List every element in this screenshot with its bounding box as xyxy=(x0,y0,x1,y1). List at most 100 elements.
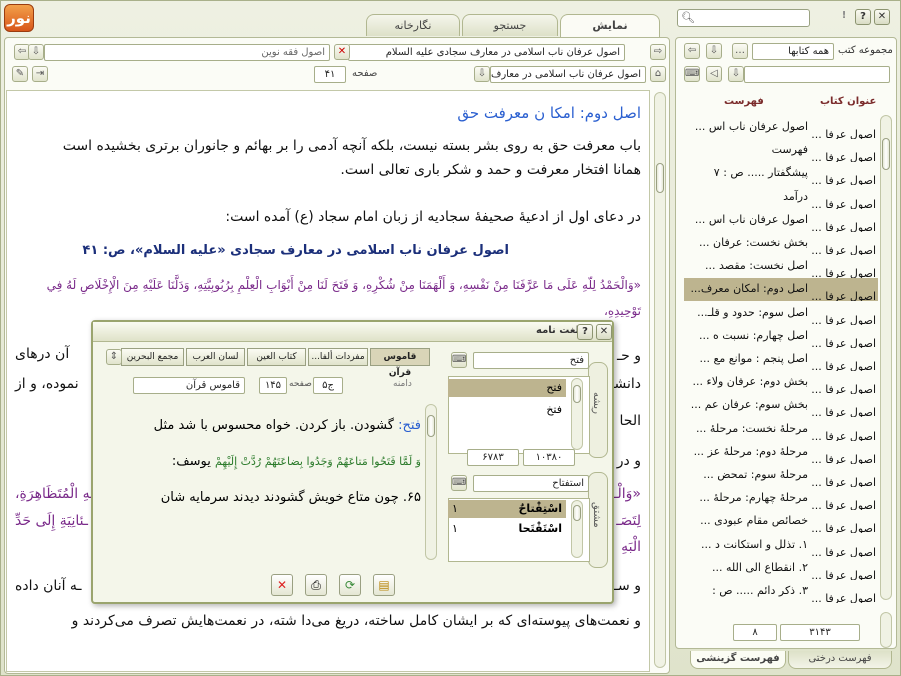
dict-page-label: صفحه xyxy=(289,379,312,389)
book-select[interactable]: اصول عرفان ناب اسلامی در معارف ... xyxy=(490,66,646,83)
library-row[interactable]: اصول عرفا ...بخش نخست: عرفان ... xyxy=(684,232,878,255)
tab-tree-index[interactable]: فهرست درختی xyxy=(788,651,892,669)
library-row[interactable]: اصول عرفا ...۳. ذکر دائم ..... ص : xyxy=(684,580,878,603)
row-book-title: اصول عرفا ... xyxy=(811,383,876,395)
row-index-title: اصل پنجم : موانع مع ... xyxy=(699,352,808,365)
row-index-title: پیشگفتار ..... ص : ۷ xyxy=(713,166,808,180)
book-select-down-icon[interactable]: ⇩ xyxy=(474,66,490,82)
library-row[interactable]: اصول عرفا ...بخش دوم: عرفان ولاء ... xyxy=(684,371,878,394)
library-row[interactable]: اصول عرفا ...پیشگفتار ..... ص : ۷ xyxy=(684,162,878,185)
library-row[interactable]: اصول عرفا ...اصول عرفان ناب اس ... xyxy=(684,209,878,232)
derived-input[interactable]: استفتاح xyxy=(473,475,589,492)
tag-icon[interactable]: ⌂ xyxy=(650,66,666,82)
filter-down-icon[interactable]: ⇩ xyxy=(728,66,744,82)
download-list-icon[interactable]: ⇩ xyxy=(706,43,722,59)
library-filter-input[interactable] xyxy=(744,66,890,83)
entry-ref: یوسف: xyxy=(171,454,211,469)
doc-line: همانا افتخار معرفت و حمد و شکر باری تعال… xyxy=(340,162,641,178)
derived-item[interactable]: اسْتَفْتَحا ۱ xyxy=(448,520,566,538)
doc-fragment: ـه آنان داده xyxy=(15,578,82,594)
more-icon[interactable]: … xyxy=(732,43,748,59)
export-icon[interactable]: ⇥ xyxy=(32,66,48,82)
document-scrollbar[interactable] xyxy=(654,92,666,668)
doc-line: الحا xyxy=(619,413,641,429)
entry-scrollbar[interactable] xyxy=(425,404,437,560)
library-row[interactable]: اصول عرفا ...مرحلهٔ دوم: مرحلهٔ عز ... xyxy=(684,441,878,464)
note-icon[interactable]: ▤ xyxy=(373,574,395,596)
dict-tab-majma[interactable]: مجمع البحرین xyxy=(121,348,184,366)
keyboard-icon[interactable]: ⌨ xyxy=(684,66,700,82)
library-scroll-thumb[interactable] xyxy=(882,138,890,170)
nav-forward-icon[interactable]: ⇨ xyxy=(650,44,666,60)
library-row[interactable]: اصول عرفا ...اصول عرفان ناب اس ... xyxy=(684,116,878,139)
doc-tab-title[interactable]: اصول عرفان ناب اسلامی در معارف سجادی علی… xyxy=(348,44,625,61)
library-row[interactable]: اصول عرفا ...اصل چهارم: نسبت ه ... xyxy=(684,325,878,348)
derived-scrollbar[interactable] xyxy=(571,500,583,558)
library-row[interactable]: اصول عرفا ...خصائص مقام عبودی ... xyxy=(684,510,878,533)
library-row[interactable]: اصول عرفا ...۱. تذلل و استکانت د ... xyxy=(684,534,878,557)
entry-text-2: ۶۵. چون متاع خویش گشودند دیدند سرمایه شا… xyxy=(160,490,421,505)
derived-item-selected[interactable]: اسْتِفْتاحٌ ۱ xyxy=(448,500,566,518)
row-index-title: ۱. تذلل و استکانت د ... xyxy=(700,537,808,551)
delete-icon[interactable]: ✕ xyxy=(271,574,293,596)
row-index-title: بخش سوم: عرفان عم ... xyxy=(690,398,808,412)
library-row[interactable]: اصول عرفا ...درآمد xyxy=(684,186,878,209)
library-row[interactable]: اصول عرفا ...اصل نخست: مقصد ... xyxy=(684,255,878,278)
root-scroll-thumb[interactable] xyxy=(573,385,581,403)
refresh-icon[interactable]: ⟳ xyxy=(339,574,361,596)
tab-gallery[interactable]: نگارخانه xyxy=(366,14,460,36)
row-index-title: مرحلهٔ چهارم: مرحلهٔ ... xyxy=(699,491,808,505)
tab-view[interactable]: نمایش xyxy=(560,14,660,37)
second-doc-tab[interactable]: اصول فقه نوین xyxy=(44,44,330,61)
dialog-close-button[interactable]: ✕ xyxy=(596,324,612,340)
library-row[interactable]: اصول عرفا ...مرحلهٔ نخست: مرحلهٔ ... xyxy=(684,418,878,441)
download-icon[interactable]: ⇩ xyxy=(28,44,44,60)
entry-text: گشودن. باز کردن. خواه محسوس با شد مثل xyxy=(153,418,394,433)
root-input[interactable]: فتح xyxy=(473,352,589,369)
collection-select[interactable]: همه کتابها xyxy=(752,43,834,60)
row-index-title: ۲. انقطاع الی الله ... xyxy=(711,560,808,574)
dialog-titlebar xyxy=(93,322,612,342)
library-row[interactable]: اصول عرفا ...۲. انقطاع الی الله ... xyxy=(684,557,878,580)
derived-keyboard-icon[interactable]: ⌨ xyxy=(451,475,467,491)
dict-tab-quran[interactable]: قاموس قرآن xyxy=(370,348,430,378)
tab-search[interactable]: جستجو xyxy=(462,14,558,36)
root-item[interactable]: فتخ xyxy=(448,401,566,418)
document-scroll-thumb[interactable] xyxy=(656,163,664,193)
library-row[interactable]: اصول عرفا ...فهرست xyxy=(684,139,878,162)
nav-back-icon[interactable]: ⇦ xyxy=(684,43,700,59)
library-row[interactable]: اصول عرفا ...مرحلهٔ سوم: تمحض ... xyxy=(684,464,878,487)
dict-tabs-scroll-icon[interactable]: ⇕ xyxy=(106,349,122,365)
page-input[interactable]: ۴۱ xyxy=(314,66,346,83)
root-item-selected[interactable]: فتح xyxy=(448,379,566,397)
close-doc-tab-icon[interactable]: ✕ xyxy=(334,44,350,60)
entry-scroll-thumb[interactable] xyxy=(427,415,435,437)
tab-selective-index[interactable]: فهرست گزینشی xyxy=(690,651,786,669)
library-row[interactable]: اصول عرفا ...اصل سوم: حدود و قلـ... xyxy=(684,302,878,325)
doc-line: دانشـ xyxy=(610,376,641,392)
entry-head: فتح: xyxy=(398,418,421,433)
dialog-help-button[interactable]: ? xyxy=(577,324,593,340)
row-book-title: اصول عرفا ... xyxy=(811,128,876,139)
library-row-selected[interactable]: اصول عرفا ...اصل دوم: امکان معرف... xyxy=(684,278,878,302)
dict-tab-lisan[interactable]: لسان العرب xyxy=(186,348,245,366)
library-row[interactable]: اصول عرفا ...بخش سوم: عرفان عم ... xyxy=(684,394,878,417)
row-book-title: اصول عرفا ... xyxy=(811,290,876,302)
wrench-icon[interactable]: ✎ xyxy=(12,66,28,82)
count-scrollbar[interactable] xyxy=(880,612,892,648)
root-keyboard-icon[interactable]: ⌨ xyxy=(451,352,467,368)
library-scrollbar[interactable] xyxy=(880,115,892,600)
dict-tab-ain[interactable]: کتاب العین xyxy=(247,348,306,366)
row-index-title: بخش دوم: عرفان ولاء ... xyxy=(692,375,808,389)
library-row[interactable]: اصول عرفا ...مرحلهٔ چهارم: مرحلهٔ ... xyxy=(684,487,878,510)
root-scrollbar[interactable] xyxy=(571,378,583,450)
entry-line-3: ۶۵. چون متاع خویش گشودند دیدند سرمایه شا… xyxy=(111,486,421,510)
filter-left-icon[interactable]: ◁ xyxy=(706,66,722,82)
print-icon[interactable]: ⎙ xyxy=(305,574,327,596)
library-row[interactable]: اصول عرفا ...اصل پنجم : موانع مع ... xyxy=(684,348,878,371)
derived-scroll-thumb[interactable] xyxy=(573,505,581,521)
dict-tab-mufradat[interactable]: مفردات ألفا... xyxy=(308,348,368,366)
dict-page-field: ۱۴۵ xyxy=(259,377,287,394)
col-index: فهرست xyxy=(724,96,764,107)
doc-line: و سـ xyxy=(613,578,641,594)
